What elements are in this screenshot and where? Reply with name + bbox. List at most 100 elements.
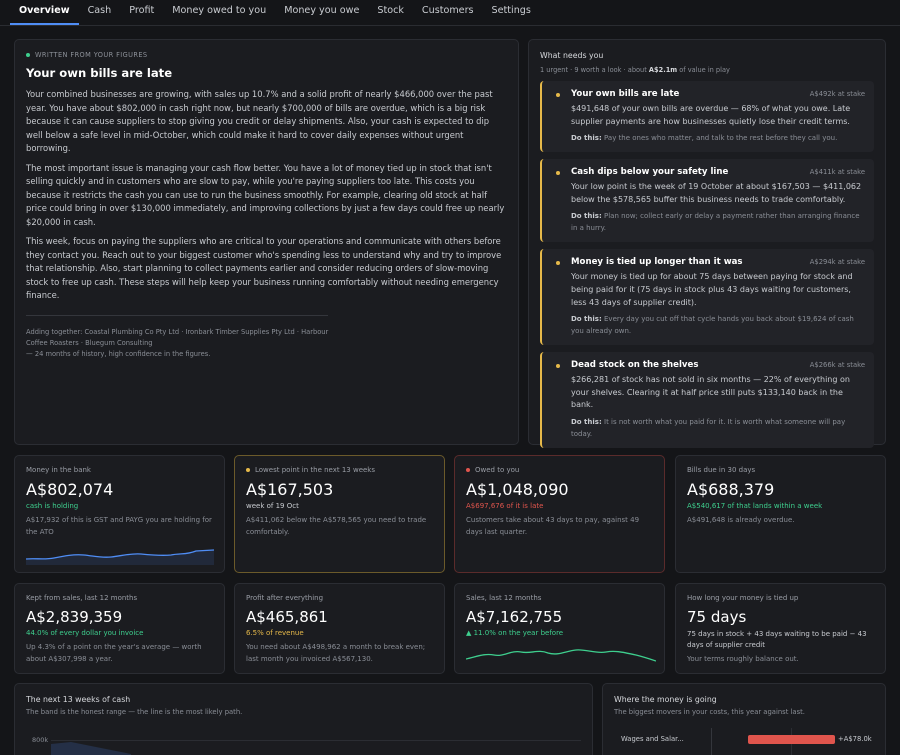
do-label: Do this: xyxy=(571,315,602,324)
warning-dot-icon xyxy=(246,468,250,472)
metric-value: A$802,074 xyxy=(26,480,114,499)
metric-desc: A$411,062 below the A$578,565 you need t… xyxy=(246,516,427,536)
metric-desc: Customers take about 43 days to pay, aga… xyxy=(466,516,640,536)
tab-overview[interactable]: Overview xyxy=(10,0,79,25)
metric-label: Money in the bank xyxy=(26,466,91,474)
metric-label: Bills due in 30 days xyxy=(687,466,756,474)
metric-value: A$465,861 xyxy=(246,608,328,626)
cost-bar[interactable] xyxy=(748,735,835,744)
warning-dot-icon xyxy=(556,93,560,97)
metric-card-kept-from-sales[interactable]: Kept from sales, last 12 months A$2,839,… xyxy=(14,583,225,674)
status-dot-icon xyxy=(26,53,30,57)
summary-sources: Adding together: Coastal Plumbing Co Pty… xyxy=(26,327,507,360)
metric-value: A$688,379 xyxy=(687,480,775,499)
metric-note: cash is holding xyxy=(26,502,79,510)
sub-prefix: 1 urgent · 9 worth a look · about xyxy=(540,66,649,74)
tab-profit[interactable]: Profit xyxy=(120,0,163,25)
metric-desc: A$491,648 is already overdue. xyxy=(687,516,795,524)
metric-card-profit[interactable]: Profit after everything A$465,861 6.5% o… xyxy=(234,583,445,674)
sources-line: — 24 months of history, high confidence … xyxy=(26,349,211,358)
metric-value: 75 days xyxy=(687,608,747,626)
action-item-do: Do this: Pay the ones who matter, and ta… xyxy=(571,132,866,144)
do-text: It is not worth what you paid for it. It… xyxy=(571,417,846,438)
sales-sparkline xyxy=(466,649,656,662)
do-label: Do this: xyxy=(571,212,602,221)
metric-note: A$697,676 of it is late xyxy=(466,502,544,510)
action-item-do: Do this: Every day you cut off that cycl… xyxy=(571,313,866,337)
card-subtitle: The band is the honest range — the line … xyxy=(26,708,243,716)
axis-line xyxy=(711,728,712,755)
metric-card-sales[interactable]: Sales, last 12 months A$7,162,755 ▲ 11.0… xyxy=(454,583,665,674)
metric-label: How long your money is tied up xyxy=(687,594,799,602)
metric-desc: Your terms roughly balance out. xyxy=(687,655,799,663)
panel-subtitle: 1 urgent · 9 worth a look · about A$2.1m… xyxy=(540,66,874,74)
metric-note: week of 19 Oct xyxy=(246,502,299,510)
do-text: Every day you cut off that cycle hands y… xyxy=(571,315,854,336)
card-title: The next 13 weeks of cash xyxy=(26,695,131,704)
tab-money-owed-to-you[interactable]: Money owed to you xyxy=(163,0,275,25)
cost-bar-value: +A$78.0k xyxy=(838,735,872,743)
tab-customers[interactable]: Customers xyxy=(413,0,483,25)
alert-dot-icon xyxy=(466,468,470,472)
metric-card-bills-due[interactable]: Bills due in 30 days A$688,379 A$540,617… xyxy=(675,455,886,573)
cash-forecast-card: The next 13 weeks of cash The band is th… xyxy=(14,683,593,755)
do-label: Do this: xyxy=(571,417,602,426)
panel-title: What needs you xyxy=(540,51,604,60)
action-item-do: Do this: Plan now; collect early or dela… xyxy=(571,210,866,234)
metric-note: 75 days in stock + 43 days waiting to be… xyxy=(687,630,867,649)
do-label: Do this: xyxy=(571,134,602,143)
action-item[interactable]: Money is tied up longer than it was A$29… xyxy=(540,249,874,346)
metric-label: Profit after everything xyxy=(246,594,324,602)
sources-line: Adding together: Coastal Plumbing Co Pty… xyxy=(26,327,329,336)
metric-card-money-tied-up[interactable]: How long your money is tied up 75 days 7… xyxy=(675,583,886,674)
action-item-body: Your low point is the week of 19 October… xyxy=(571,182,862,204)
warning-dot-icon xyxy=(556,364,560,369)
sub-amount: A$2.1m xyxy=(648,66,678,74)
metric-label: Lowest point in the next 13 weeks xyxy=(246,466,433,474)
action-item[interactable]: Cash dips below your safety line A$411k … xyxy=(540,159,874,243)
metric-label: Kept from sales, last 12 months xyxy=(26,594,138,602)
card-title: Where the money is going xyxy=(614,695,717,704)
metric-desc: You need about A$498,962 a month to brea… xyxy=(246,643,426,663)
summary-paragraph: This week, focus on paying the suppliers… xyxy=(26,236,502,300)
action-item-stake: A$266k at stake xyxy=(809,361,865,370)
card-subtitle: The biggest movers in your costs, this y… xyxy=(614,708,805,716)
action-item[interactable]: Your own bills are late A$492k at stake … xyxy=(540,81,874,153)
metric-card-owed-to-you[interactable]: Owed to you A$1,048,090 A$697,676 of it … xyxy=(454,455,665,573)
metric-card-cash[interactable]: Money in the bank A$802,074 cash is hold… xyxy=(14,455,225,573)
action-item[interactable]: Dead stock on the shelves A$266k at stak… xyxy=(540,352,874,448)
tab-stock[interactable]: Stock xyxy=(368,0,413,25)
cash-sparkline xyxy=(26,549,214,565)
metric-label-text: Owed to you xyxy=(475,466,520,474)
action-item-do: Do this: It is not worth what you paid f… xyxy=(571,416,866,440)
metric-label: Sales, last 12 months xyxy=(466,594,542,602)
metric-label-text: Lowest point in the next 13 weeks xyxy=(255,466,376,474)
what-needs-you-panel: What needs you 1 urgent · 9 worth a look… xyxy=(528,39,886,448)
metric-note: 44.0% of every dollar you invoice xyxy=(26,629,144,637)
tab-money-you-owe[interactable]: Money you owe xyxy=(275,0,368,25)
y-tick-label: 800k xyxy=(32,736,49,744)
action-item-stake: A$294k at stake xyxy=(809,258,865,267)
action-item-body: $491,648 of your own bills are overdue —… xyxy=(571,104,851,126)
divider xyxy=(26,314,328,316)
summary-card: WRITTEN FROM YOUR FIGURES Your own bills… xyxy=(14,39,519,445)
warning-dot-icon xyxy=(556,261,560,266)
action-item-body: $266,281 of stock has not sold in six mo… xyxy=(571,375,850,410)
metric-value: A$167,503 xyxy=(246,480,334,499)
cost-movers-card: Where the money is going The biggest mov… xyxy=(602,683,886,755)
summary-eyebrow-label: WRITTEN FROM YOUR FIGURES xyxy=(35,51,148,59)
tab-settings[interactable]: Settings xyxy=(483,0,540,25)
summary-title: Your own bills are late xyxy=(26,66,173,80)
action-item-body: Your money is tied up for about 75 days … xyxy=(571,272,853,307)
metric-value: A$7,162,755 xyxy=(466,608,563,626)
do-text: Pay the ones who matter, and talk to the… xyxy=(604,134,838,143)
warning-dot-icon xyxy=(556,171,560,176)
cost-bar-label: Wages and Salar... xyxy=(621,735,684,743)
do-text: Plan now; collect early or delay a payme… xyxy=(571,212,860,233)
metric-value: A$1,048,090 xyxy=(466,480,569,499)
top-nav: Overview Cash Profit Money owed to you M… xyxy=(0,0,900,26)
metric-note: ▲ 11.0% on the year before xyxy=(466,629,564,637)
metric-card-lowest-point[interactable]: Lowest point in the next 13 weeks A$167,… xyxy=(234,455,445,573)
tab-cash[interactable]: Cash xyxy=(79,0,121,25)
forecast-band xyxy=(51,742,131,755)
